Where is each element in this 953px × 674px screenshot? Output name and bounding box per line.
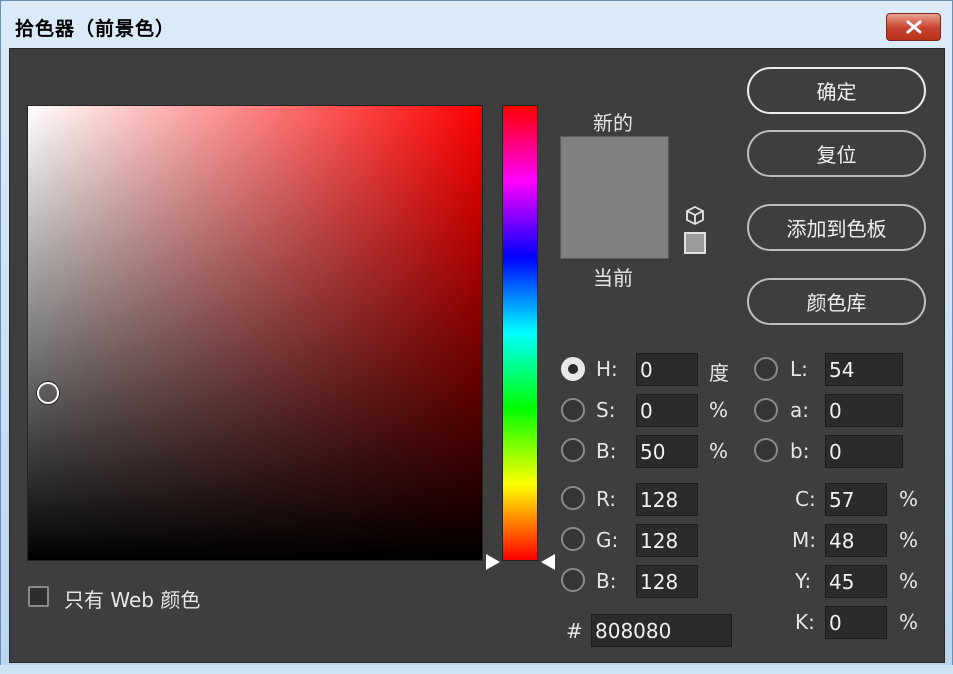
magenta-label: M:	[792, 528, 816, 552]
color-picker-window: 拾色器（前景色） 只有 Web 颜色 新的 当前 确定 复位 添加到色板 颜色库…	[0, 0, 953, 674]
cyan-input[interactable]	[825, 483, 887, 516]
close-button[interactable]	[886, 13, 941, 41]
lab-a-input[interactable]	[825, 394, 903, 427]
add-to-swatches-button[interactable]: 添加到色板	[747, 204, 926, 251]
magenta-unit: %	[899, 528, 919, 552]
blue-radio[interactable]	[561, 568, 585, 592]
brightness-unit: %	[709, 439, 729, 463]
green-label: G:	[596, 528, 619, 552]
brightness-radio[interactable]	[561, 438, 585, 462]
black-label: K:	[795, 610, 815, 634]
lab-a-radio[interactable]	[754, 398, 778, 422]
color-field-marker[interactable]	[37, 382, 59, 404]
web-colors-only-checkbox[interactable]	[28, 586, 49, 607]
reset-button[interactable]: 复位	[747, 130, 926, 177]
color-field[interactable]	[27, 105, 483, 561]
title-bar: 拾色器（前景色）	[1, 1, 952, 47]
cyan-unit: %	[899, 487, 919, 511]
hue-slider[interactable]	[502, 105, 538, 561]
black-input[interactable]	[825, 606, 887, 639]
blue-input[interactable]	[636, 565, 698, 598]
color-preview-swatch	[560, 136, 669, 259]
hue-slider-right-handle[interactable]	[541, 554, 555, 570]
lab-l-label: L:	[790, 357, 808, 381]
lab-l-input[interactable]	[825, 353, 903, 386]
ok-button[interactable]: 确定	[747, 67, 926, 114]
current-color-label: 当前	[593, 266, 633, 290]
hue-unit: 度	[709, 361, 729, 385]
green-input[interactable]	[636, 524, 698, 557]
brightness-label: B:	[596, 439, 617, 463]
lab-b-radio[interactable]	[754, 438, 778, 462]
brightness-input[interactable]	[636, 435, 698, 468]
cyan-label: C:	[795, 487, 816, 511]
black-unit: %	[899, 610, 919, 634]
saturation-input[interactable]	[636, 394, 698, 427]
green-radio[interactable]	[561, 527, 585, 551]
web-safe-color-swatch[interactable]	[684, 232, 706, 254]
window-title: 拾色器（前景色）	[15, 18, 176, 40]
lab-l-radio[interactable]	[754, 357, 778, 381]
red-label: R:	[596, 487, 617, 511]
new-color-label: 新的	[593, 111, 633, 135]
dialog-content: 只有 Web 颜色 新的 当前 确定 复位 添加到色板 颜色库 H: 度 S: …	[9, 48, 945, 663]
yellow-input[interactable]	[825, 565, 887, 598]
lab-b-label: b:	[790, 439, 810, 463]
close-icon	[906, 20, 921, 34]
hex-label: #	[566, 619, 583, 643]
yellow-label: Y:	[795, 569, 812, 593]
cube-icon[interactable]	[684, 205, 706, 227]
red-radio[interactable]	[561, 486, 585, 510]
red-input[interactable]	[636, 483, 698, 516]
hue-input[interactable]	[636, 353, 698, 386]
lab-b-input[interactable]	[825, 435, 903, 468]
yellow-unit: %	[899, 569, 919, 593]
magenta-input[interactable]	[825, 524, 887, 557]
hue-label: H:	[596, 357, 618, 381]
web-colors-only-label: 只有 Web 颜色	[64, 588, 201, 612]
hex-input[interactable]	[591, 614, 732, 647]
saturation-unit: %	[709, 398, 729, 422]
saturation-radio[interactable]	[561, 398, 585, 422]
lab-a-label: a:	[790, 398, 809, 422]
color-libraries-button[interactable]: 颜色库	[747, 278, 926, 325]
hue-slider-left-handle[interactable]	[486, 554, 500, 570]
saturation-label: S:	[596, 398, 616, 422]
hue-radio[interactable]	[561, 357, 585, 381]
window-bottom-edge	[0, 665, 953, 674]
blue-label: B:	[596, 569, 617, 593]
